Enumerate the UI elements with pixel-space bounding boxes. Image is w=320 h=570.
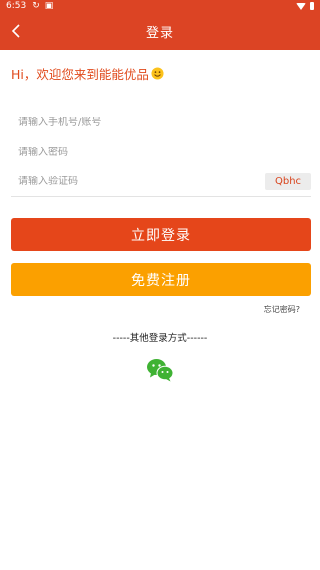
captcha-image[interactable]: Qbhc [265,173,311,190]
wifi-icon [296,2,306,10]
smile-emoji-icon [151,67,164,80]
captcha-field: Qbhc [11,167,311,197]
phone-field [11,107,311,137]
wechat-icon[interactable] [146,358,174,382]
battery-icon [310,2,314,10]
notification-icon: ▣ [44,0,54,11]
password-field [11,137,311,167]
greeting: Hi，欢迎您来到能能优品 [11,64,164,83]
sync-icon: ↻ [32,0,40,11]
forgot-password-link[interactable]: 忘记密码? [264,304,300,315]
register-button[interactable]: 免费注册 [11,263,311,296]
page-title: 登录 [145,25,174,41]
nav-bar: 登录 [0,12,320,50]
greeting-text: Hi，欢迎您来到能能优品 [11,67,149,82]
login-button[interactable]: 立即登录 [11,218,311,251]
password-input[interactable] [11,146,311,158]
phone-input[interactable] [11,116,311,128]
other-login-label: -----其他登录方式------ [112,333,208,344]
status-time: 6:53 [6,1,27,11]
back-button[interactable] [6,21,26,41]
status-bar: 6:53 ↻ ▣ [0,0,320,12]
chevron-left-icon [11,24,20,38]
